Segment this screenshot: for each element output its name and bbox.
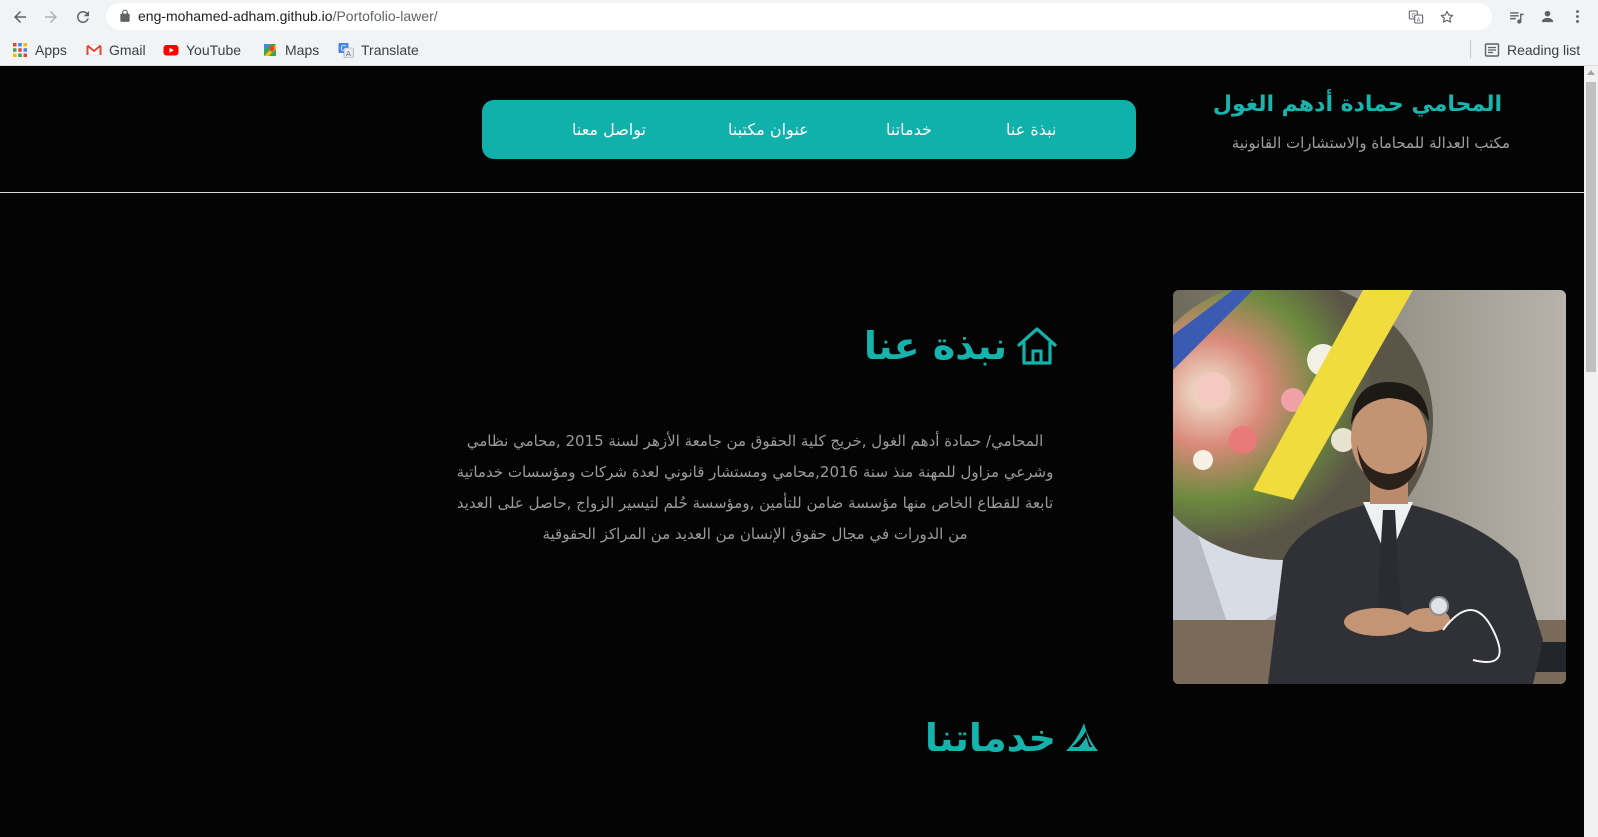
menu-button[interactable] — [1566, 5, 1588, 27]
nav-link-about[interactable]: نبذة عنا — [1006, 100, 1056, 159]
bookmark-label: Maps — [285, 42, 320, 58]
reading-list-label: Reading list — [1507, 42, 1581, 58]
bookmark-star-button[interactable] — [1437, 7, 1457, 27]
apps-grid-icon — [13, 43, 27, 57]
nav-link-office-address[interactable]: عنوان مكتبنا — [728, 100, 809, 159]
translate-page-button[interactable]: G A — [1406, 7, 1426, 27]
reload-button[interactable] — [70, 4, 96, 30]
media-controls-button[interactable] — [1505, 5, 1527, 27]
back-button[interactable] — [7, 4, 33, 30]
browser-toolbar: eng-mohamed-adham.github.io/Portofolio-l… — [0, 0, 1598, 33]
address-bar[interactable]: eng-mohamed-adham.github.io/Portofolio-l… — [106, 3, 1492, 30]
lawyer-portrait-photo — [1173, 290, 1566, 684]
site-title[interactable]: المحامي حمادة أدهم الغول — [1213, 92, 1502, 117]
reading-list-icon — [1484, 43, 1500, 57]
url-path: /Portofolio-lawer/ — [332, 8, 438, 24]
star-icon — [1440, 10, 1454, 23]
browser-chrome: eng-mohamed-adham.github.io/Portofolio-l… — [0, 0, 1598, 66]
bookmark-label: YouTube — [186, 42, 242, 58]
page-scrollbar[interactable] — [1584, 66, 1598, 837]
url-text[interactable]: eng-mohamed-adham.github.io/Portofolio-l… — [138, 3, 438, 30]
svg-text:A: A — [346, 50, 351, 58]
account-icon — [1541, 10, 1553, 22]
shark-fin-icon — [1066, 723, 1098, 751]
maps-icon — [264, 44, 276, 56]
about-heading-text: نبذة عنا — [863, 324, 1007, 368]
kebab-menu-icon — [1575, 9, 1579, 23]
about-paragraph: المحامي/ حمادة أدهم الغول ,خريج كلية الح… — [456, 432, 1054, 543]
about-heading: نبذة عنا — [864, 324, 1059, 368]
header-divider — [0, 192, 1584, 193]
translate-page-icon: G A — [1408, 10, 1424, 24]
arrow-left-icon — [14, 11, 26, 23]
services-heading-text: خدماتنا — [924, 716, 1056, 760]
arrow-right-icon — [45, 11, 57, 23]
bookmark-translate[interactable]: G A Translate — [338, 39, 419, 61]
nav-link-contact[interactable]: تواصل معنا — [572, 100, 646, 159]
url-host: eng-mohamed-adham.github.io — [138, 8, 333, 24]
lock-icon — [120, 9, 130, 22]
scrollbar-thumb[interactable] — [1586, 82, 1596, 372]
bookmarks-divider — [1470, 40, 1471, 58]
translate-icon: G A — [338, 43, 354, 58]
site-subtitle: مكتب العدالة للمحاماة والاستشارات القانو… — [1231, 134, 1510, 152]
bookmark-label: Gmail — [109, 42, 146, 58]
bookmark-label: Translate — [361, 42, 419, 58]
bookmark-label: Apps — [35, 42, 67, 58]
bookmark-youtube[interactable]: YouTube — [163, 39, 241, 61]
forward-button[interactable] — [38, 4, 64, 30]
profile-button[interactable] — [1536, 5, 1558, 27]
home-icon — [1017, 327, 1057, 365]
lawyer-portrait-image — [1173, 290, 1566, 684]
bookmark-maps[interactable]: Maps — [262, 39, 319, 61]
reload-icon — [77, 10, 89, 23]
main-navbar: نبذة عنا خدماتنا عنوان مكتبنا تواصل معنا — [482, 100, 1136, 159]
page-viewport: المحامي حمادة أدهم الغول مكتب العدالة لل… — [0, 66, 1584, 837]
gmail-icon — [86, 44, 102, 56]
reading-list-button[interactable]: Reading list — [1484, 39, 1580, 61]
services-heading: خدماتنا — [925, 716, 1100, 760]
bookmark-apps[interactable]: Apps — [12, 39, 67, 61]
svg-text:A: A — [1417, 17, 1421, 23]
nav-link-services[interactable]: خدماتنا — [886, 100, 932, 159]
youtube-icon — [163, 45, 179, 56]
bookmark-gmail[interactable]: Gmail — [86, 39, 146, 61]
scroll-up-arrow-icon[interactable] — [1587, 70, 1595, 75]
bookmarks-bar: Apps Gmail YouTube Maps G A Translate Re… — [0, 34, 1598, 65]
playlist-icon — [1509, 11, 1524, 24]
